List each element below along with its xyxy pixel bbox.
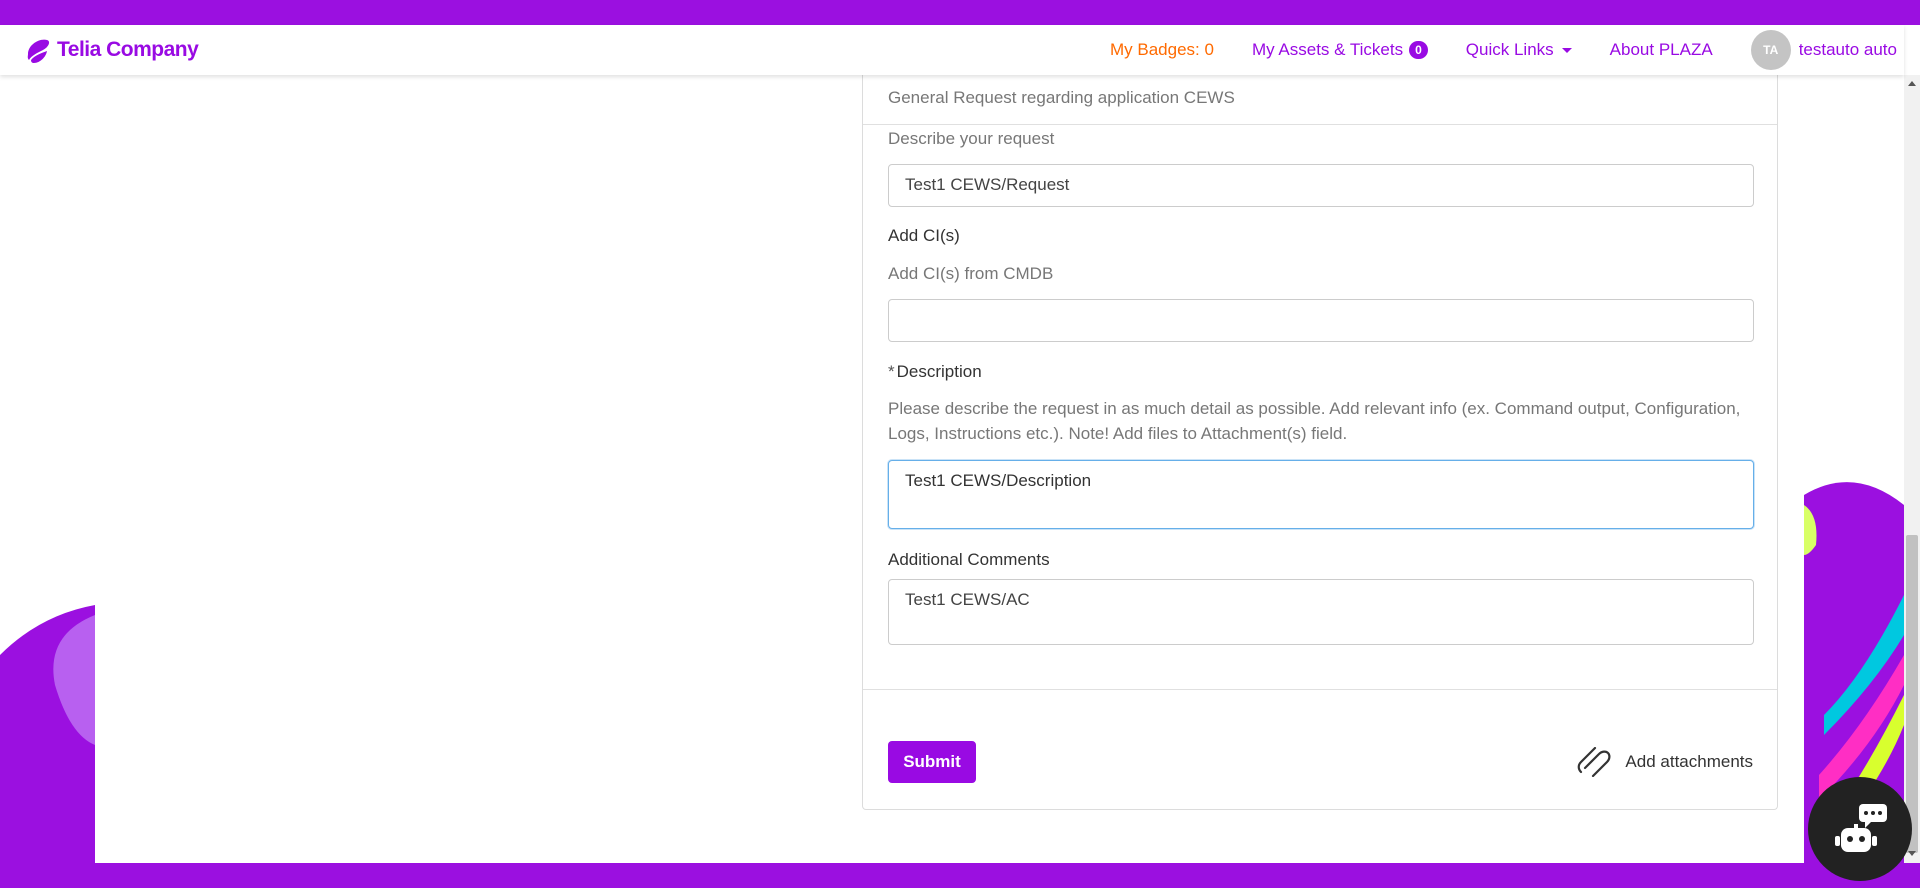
quick-links-dropdown[interactable]: Quick Links [1466,40,1572,60]
submit-button[interactable]: Submit [888,741,976,783]
brand-logo[interactable]: Telia Company [25,34,199,66]
scroll-down-arrow-icon[interactable] [1908,851,1916,856]
top-accent-bar [0,0,1920,25]
description-help: Please describe the request in as much d… [888,399,1741,443]
quick-links-label: Quick Links [1465,40,1554,59]
page-scrollbar[interactable] [1904,75,1920,863]
bottom-accent-bar [0,863,1920,888]
brand-name: Telia Company [57,38,199,61]
describe-request-label: Describe your request [888,129,1055,148]
required-mark: * [888,362,895,381]
additional-comments-textarea[interactable]: Test1 CEWS/AC [888,579,1754,645]
add-attachments-label: Add attachments [1625,752,1753,771]
user-name: testauto auto [1798,40,1897,59]
chatbot-button[interactable] [1808,777,1912,881]
left-decorative-background [0,75,95,863]
telia-logo-icon [27,39,50,63]
about-plaza-link[interactable]: About PLAZA [1610,40,1713,60]
top-navbar: Telia Company My Badges: 0 My Assets & T… [0,25,1904,75]
my-badges-link[interactable]: My Badges: 0 [1110,40,1214,60]
avatar: TA [1750,30,1791,70]
paperclip-icon [1578,747,1611,777]
additional-comments-label: Additional Comments [888,550,1050,569]
add-ci-help: Add CI(s) from CMDB [888,264,1054,283]
user-menu[interactable]: TA testauto auto [1750,30,1897,70]
add-ci-label: Add CI(s) [888,226,960,245]
describe-request-input[interactable]: Test1 CEWS/Request [888,164,1754,207]
chatbot-robot-icon [1835,804,1887,852]
left-swirl-decoration [0,605,95,863]
add-attachments-button[interactable]: Add attachments [1577,742,1753,782]
description-label-text: Description [896,362,982,381]
my-assets-tickets-label: My Assets & Tickets [1251,40,1404,59]
scroll-thumb[interactable] [1906,535,1918,853]
footer-divider [863,689,1777,690]
assets-count-badge: 0 [1409,41,1428,59]
description-label: * Description [888,362,982,382]
nav-menu: My Badges: 0 My Assets & Tickets 0 Quick… [1110,25,1904,75]
my-assets-tickets-link[interactable]: My Assets & Tickets 0 [1252,40,1428,60]
scroll-up-arrow-icon[interactable] [1908,81,1916,86]
add-ci-input[interactable] [888,299,1754,342]
request-title: General Request regarding application CE… [888,88,1235,107]
right-swirl-decoration [1804,482,1904,863]
request-form-card: General Request regarding application CE… [862,74,1778,810]
description-textarea[interactable]: Test1 CEWS/Description [888,460,1754,529]
right-decorative-background [1804,75,1904,863]
caret-down-icon [1561,47,1572,53]
header-divider [863,124,1777,125]
